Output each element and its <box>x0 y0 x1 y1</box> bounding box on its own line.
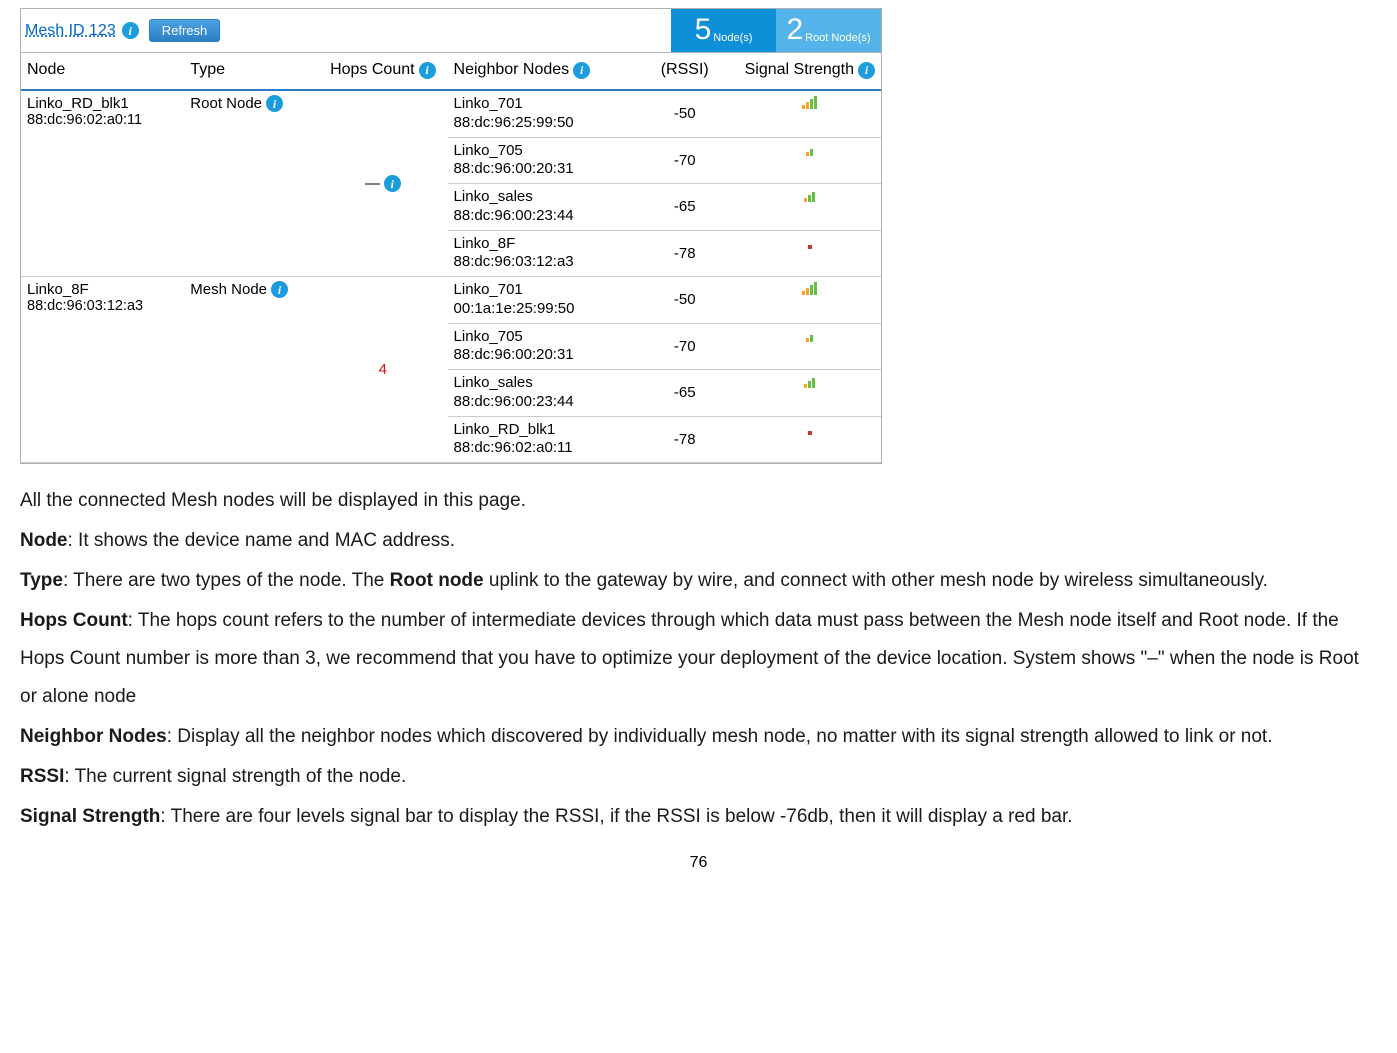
neighbor-name: Linko_705 <box>454 328 625 347</box>
doc-intro: All the connected Mesh nodes will be dis… <box>20 482 1377 520</box>
signal-cell <box>739 323 881 370</box>
signal-bars-icon <box>808 421 812 435</box>
node-mac: 88:dc:96:02:a0:11 <box>27 112 178 128</box>
neighbor-cell: Linko_70100:1a:1e:25:99:50 <box>448 277 631 324</box>
signal-cell <box>739 370 881 417</box>
mesh-table: Node Type Hops Count Neighbor Nodes (RSS… <box>21 53 881 463</box>
col-hops: Hops Count <box>318 53 447 90</box>
signal-cell <box>739 277 881 324</box>
neighbor-name: Linko_8F <box>454 235 625 254</box>
doc-hops: Hops Count: The hops count refers to the… <box>20 602 1377 716</box>
node-name: Linko_8F <box>27 281 178 298</box>
mesh-header: Mesh ID 123 Refresh 5 Node(s) 2 Root Nod… <box>21 9 881 53</box>
signal-cell <box>739 416 881 463</box>
doc-type: Type: There are two types of the node. T… <box>20 562 1377 600</box>
signal-cell <box>739 137 881 184</box>
info-icon[interactable] <box>573 62 590 79</box>
page-number: 76 <box>20 854 1377 872</box>
signal-cell <box>739 184 881 231</box>
signal-bars-icon <box>802 281 817 295</box>
node-type: Root Node <box>190 95 262 112</box>
neighbor-name: Linko_701 <box>454 95 625 114</box>
rssi-cell: -78 <box>631 230 739 277</box>
rssi-cell: -70 <box>631 137 739 184</box>
hops-cell: 4 <box>318 277 447 463</box>
hops-value: — <box>365 175 380 192</box>
root-label: Root Node(s) <box>805 32 870 44</box>
signal-bars-icon <box>802 95 817 109</box>
neighbor-mac: 00:1a:1e:25:99:50 <box>454 300 625 319</box>
neighbor-mac: 88:dc:96:00:20:31 <box>454 346 625 365</box>
signal-bars-icon <box>808 235 812 249</box>
node-mac: 88:dc:96:03:12:a3 <box>27 298 178 314</box>
node-name: Linko_RD_blk1 <box>27 95 178 112</box>
neighbor-cell: Linko_70588:dc:96:00:20:31 <box>448 323 631 370</box>
root-nodes-badge: 2 Root Node(s) <box>776 9 881 52</box>
table-row: Linko_8F88:dc:96:03:12:a3Mesh Node 4Link… <box>21 277 881 324</box>
refresh-button[interactable]: Refresh <box>149 19 221 42</box>
neighbor-name: Linko_RD_blk1 <box>454 421 625 440</box>
doc-signal: Signal Strength: There are four levels s… <box>20 798 1377 836</box>
neighbor-name: Linko_701 <box>454 281 625 300</box>
rssi-cell: -78 <box>631 416 739 463</box>
type-cell: Root Node <box>184 90 318 277</box>
mesh-panel: Mesh ID 123 Refresh 5 Node(s) 2 Root Nod… <box>20 8 882 464</box>
neighbor-mac: 88:dc:96:03:12:a3 <box>454 253 625 272</box>
signal-bars-icon <box>806 142 813 156</box>
nodes-label: Node(s) <box>713 32 752 44</box>
rssi-cell: -50 <box>631 277 739 324</box>
rssi-cell: -70 <box>631 323 739 370</box>
rssi-cell: -65 <box>631 184 739 231</box>
col-node: Node <box>21 53 184 90</box>
neighbor-cell: Linko_RD_blk188:dc:96:02:a0:11 <box>448 416 631 463</box>
node-cell: Linko_8F88:dc:96:03:12:a3 <box>21 277 184 463</box>
neighbor-mac: 88:dc:96:00:20:31 <box>454 160 625 179</box>
documentation-text: All the connected Mesh nodes will be dis… <box>20 482 1377 836</box>
info-icon[interactable] <box>384 175 401 192</box>
neighbor-mac: 88:dc:96:00:23:44 <box>454 393 625 412</box>
col-neighbor: Neighbor Nodes <box>448 53 631 90</box>
neighbor-cell: Linko_70188:dc:96:25:99:50 <box>448 90 631 137</box>
col-signal: Signal Strength <box>739 53 881 90</box>
table-header-row: Node Type Hops Count Neighbor Nodes (RSS… <box>21 53 881 90</box>
neighbor-cell: Linko_sales88:dc:96:00:23:44 <box>448 184 631 231</box>
signal-cell <box>739 230 881 277</box>
signal-bars-icon <box>804 374 815 388</box>
neighbor-name: Linko_sales <box>454 188 625 207</box>
nodes-count: 5 <box>695 15 712 45</box>
info-icon[interactable] <box>271 281 288 298</box>
rssi-cell: -65 <box>631 370 739 417</box>
rssi-cell: -50 <box>631 90 739 137</box>
neighbor-name: Linko_sales <box>454 374 625 393</box>
hops-value: 4 <box>379 361 387 378</box>
info-icon[interactable] <box>266 95 283 112</box>
col-type: Type <box>184 53 318 90</box>
neighbor-cell: Linko_8F88:dc:96:03:12:a3 <box>448 230 631 277</box>
col-rssi: (RSSI) <box>631 53 739 90</box>
mesh-id-link[interactable]: Mesh ID 123 <box>25 22 116 40</box>
type-cell: Mesh Node <box>184 277 318 463</box>
neighbor-mac: 88:dc:96:25:99:50 <box>454 114 625 133</box>
root-count: 2 <box>786 15 803 45</box>
neighbor-mac: 88:dc:96:00:23:44 <box>454 207 625 226</box>
neighbor-cell: Linko_70588:dc:96:00:20:31 <box>448 137 631 184</box>
doc-node: Node: It shows the device name and MAC a… <box>20 522 1377 560</box>
signal-cell <box>739 90 881 137</box>
table-row: Linko_RD_blk188:dc:96:02:a0:11Root Node … <box>21 90 881 137</box>
signal-bars-icon <box>804 188 815 202</box>
neighbor-cell: Linko_sales88:dc:96:00:23:44 <box>448 370 631 417</box>
neighbor-mac: 88:dc:96:02:a0:11 <box>454 439 625 458</box>
header-badges: 5 Node(s) 2 Root Node(s) <box>671 9 881 52</box>
hops-cell: — <box>318 90 447 277</box>
doc-neighbor: Neighbor Nodes: Display all the neighbor… <box>20 718 1377 756</box>
neighbor-name: Linko_705 <box>454 142 625 161</box>
info-icon[interactable] <box>858 62 875 79</box>
signal-bars-icon <box>806 328 813 342</box>
nodes-badge: 5 Node(s) <box>671 9 776 52</box>
info-icon[interactable] <box>122 22 139 39</box>
node-cell: Linko_RD_blk188:dc:96:02:a0:11 <box>21 90 184 277</box>
node-type: Mesh Node <box>190 281 267 298</box>
doc-rssi: RSSI: The current signal strength of the… <box>20 758 1377 796</box>
info-icon[interactable] <box>419 62 436 79</box>
